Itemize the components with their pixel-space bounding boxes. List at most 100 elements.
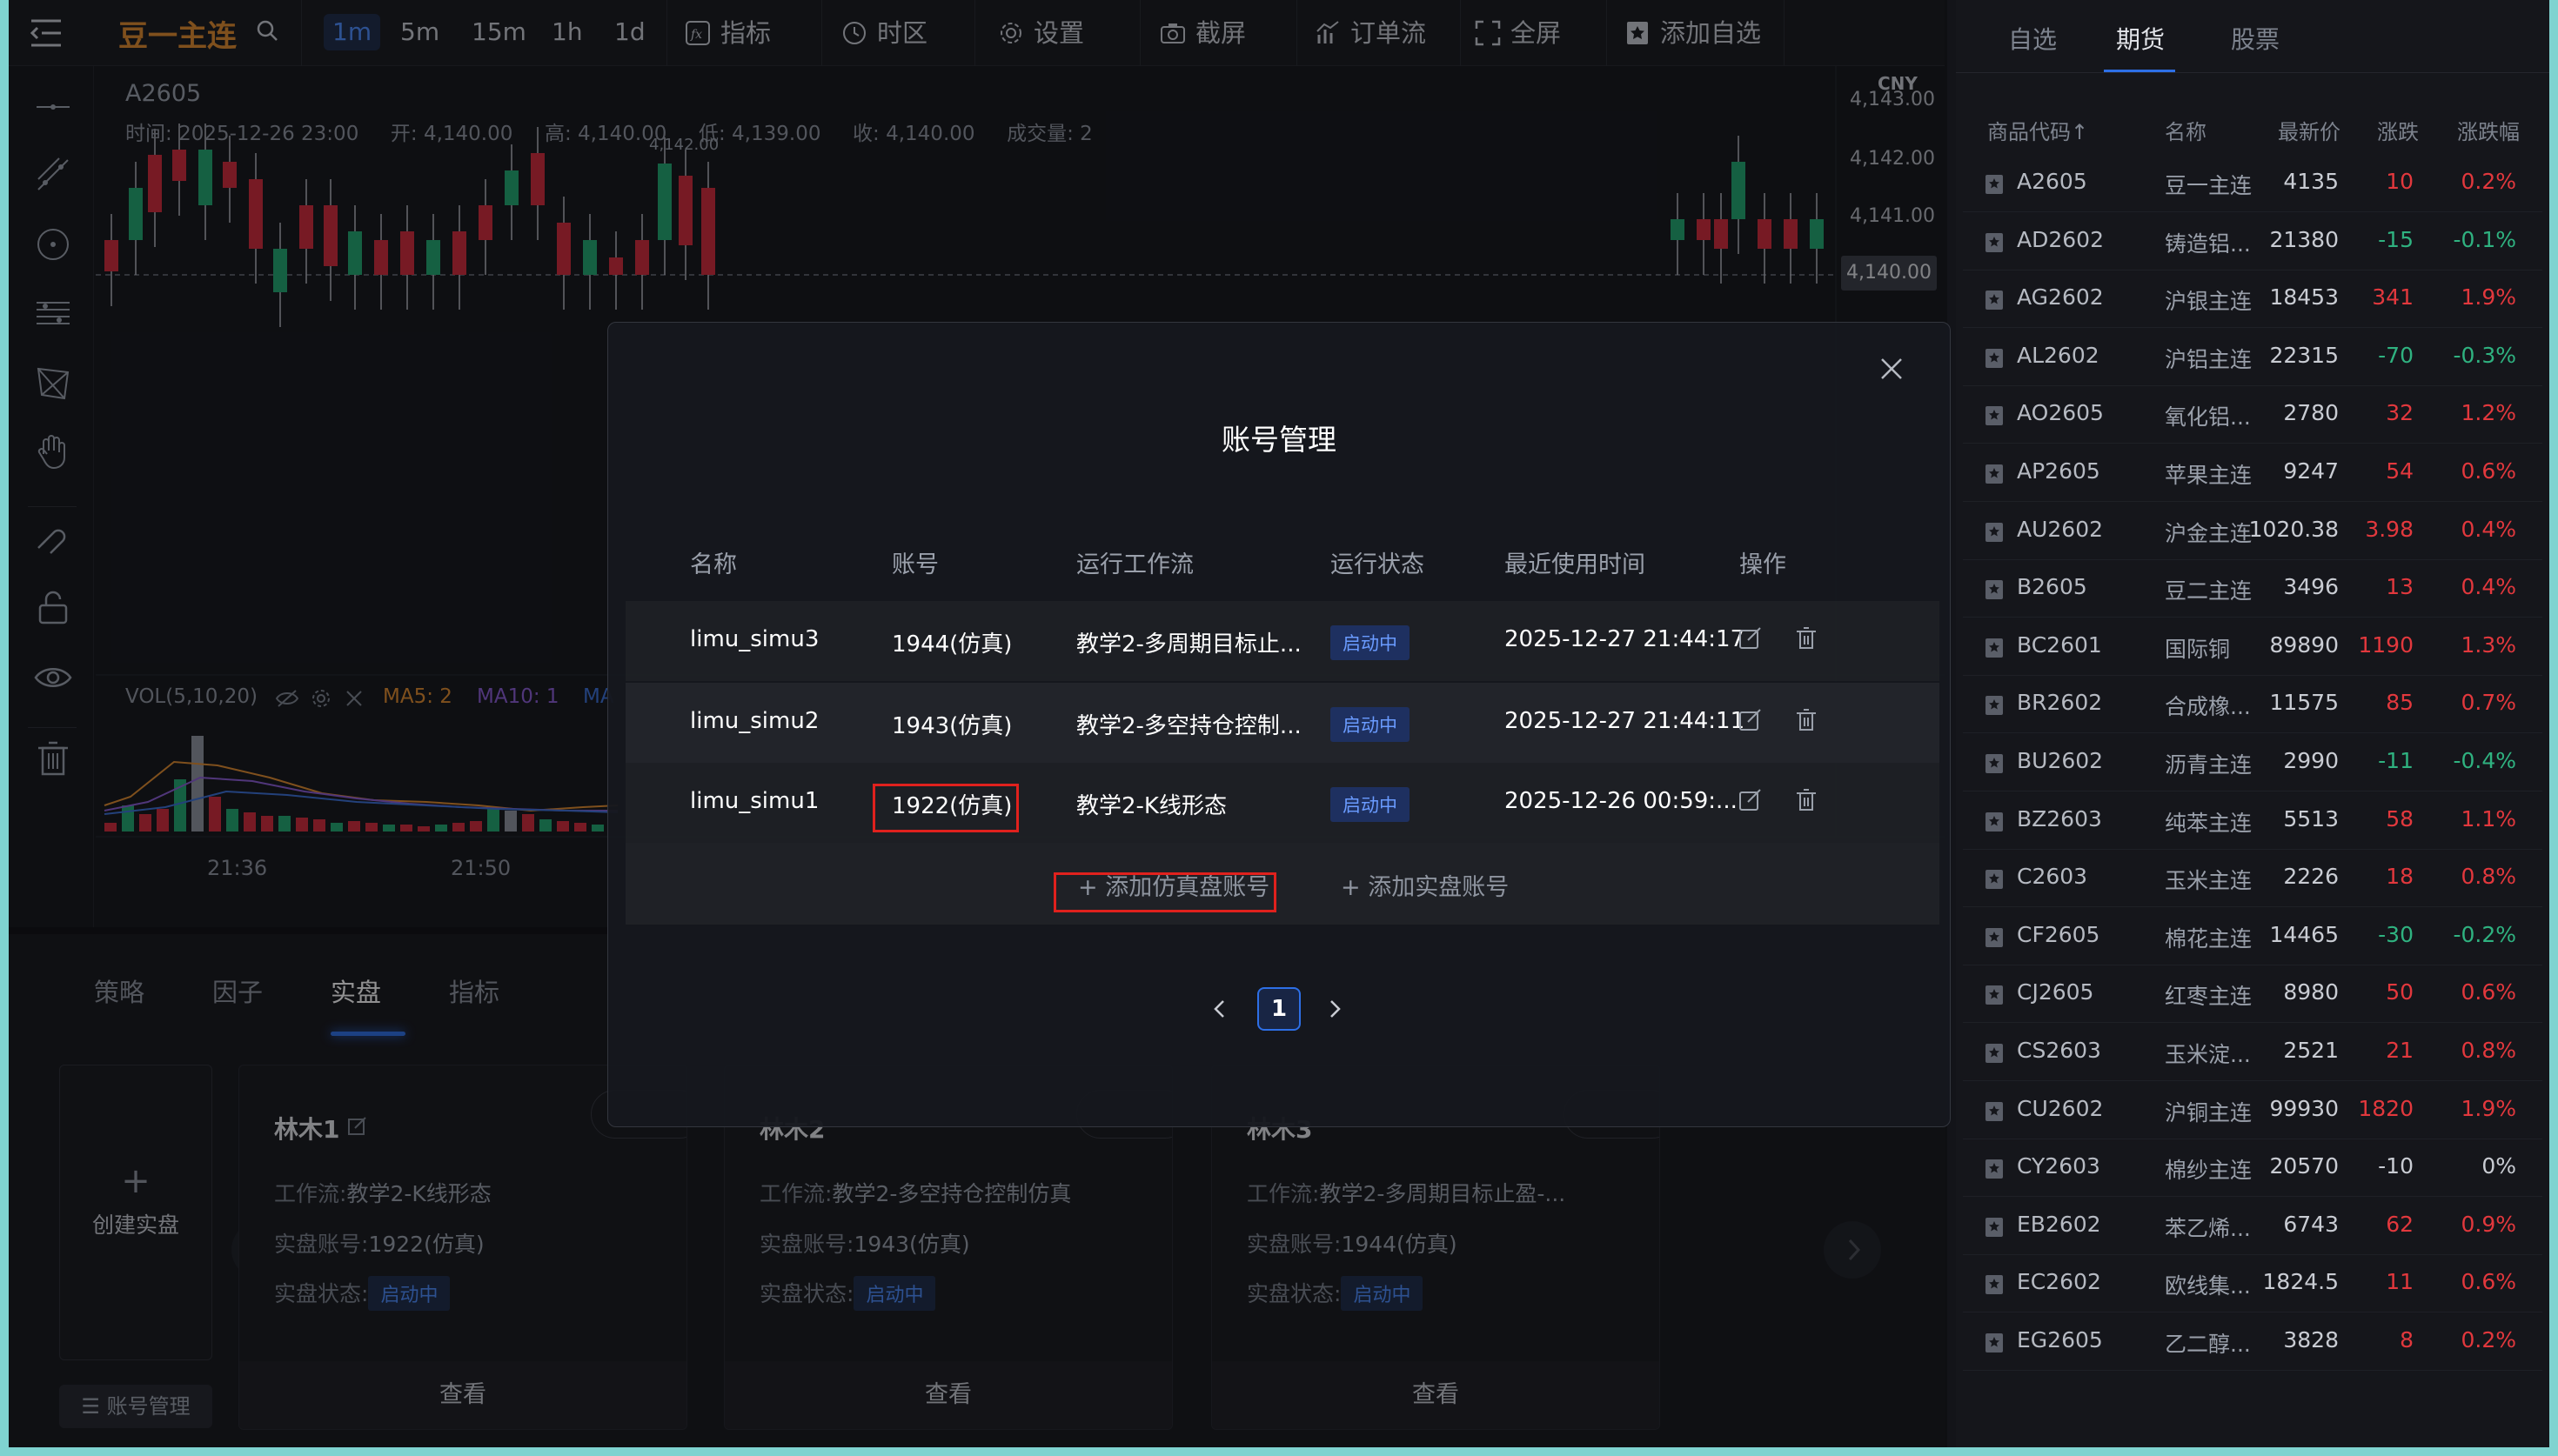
watchlist-panel: 自选 期货 股票 商品代码↑ 名称 最新价 涨跌 涨跌幅 A2605 豆一主连 41… [1956,0,2549,1447]
list-item[interactable]: AO2605 氧化铝... 2780 32 1.2% [1963,386,2542,444]
bookmark-star-icon[interactable] [1984,638,2005,658]
last-price: 14465 [2269,921,2339,947]
instrument-code: CJ2605 [2017,979,2094,1005]
price-change-pct: -0.3% [2453,342,2516,368]
list-item[interactable]: CY2603 棉纱主连 20570 -10 0% [1963,1139,2542,1198]
bookmark-star-icon[interactable] [1984,464,2005,484]
list-item[interactable]: EC2602 欧线集... 1824.5 11 0.6% [1963,1255,2542,1313]
instrument-code: BC2601 [2017,631,2102,658]
instrument-code: A2605 [2017,169,2087,194]
list-item[interactable]: AG2602 沪银主连 18453 341 1.9% [1963,270,2542,329]
list-item[interactable]: EG2605 乙二醇... 3828 8 0.2% [1963,1313,2542,1371]
list-item[interactable]: A2605 豆一主连 4135 10 0.2% [1963,155,2542,212]
tab-futures[interactable]: 期货 [2116,21,2165,56]
bookmark-star-icon[interactable] [1984,522,2005,543]
bookmark-star-icon[interactable] [1984,753,2005,774]
list-item[interactable]: CU2602 沪铜主连 99930 1820 1.9% [1963,1082,2542,1139]
list-item[interactable]: AU2602 沪金主连 1020.38 3.98 0.4% [1963,503,2542,560]
list-item[interactable]: CJ2605 红枣主连 8980 50 0.6% [1963,965,2542,1024]
list-item[interactable]: AD2602 铸造铝... 21380 -15 -0.1% [1963,213,2542,270]
col-header-code[interactable]: 商品代码↑ [1987,115,2088,145]
tab-favorites[interactable]: 自选 [2008,21,2057,56]
last-price: 21380 [2269,226,2339,252]
bookmark-star-icon[interactable] [1984,1217,2005,1238]
account-manage-dialog: 账号管理 名称 账号 运行工作流 运行状态 最近使用时间 操作 limu_sim… [607,322,1951,1127]
trash-icon[interactable] [1793,787,1819,813]
last-price: 11575 [2269,690,2339,716]
bookmark-star-icon[interactable] [1984,869,2005,890]
col-header-account: 账号 [892,551,939,578]
last-price: 4135 [2283,169,2339,194]
instrument-name: 沪铝主连 [2165,346,2253,372]
price-change-pct: 1.9% [2461,284,2516,311]
bookmark-star-icon[interactable] [1984,405,2005,426]
bookmark-star-icon[interactable] [1984,579,2005,600]
bookmark-star-icon[interactable] [1984,232,2005,253]
price-change-pct: 0% [2481,1153,2516,1179]
last-price: 1020.38 [2248,516,2339,542]
edit-icon[interactable] [1738,787,1764,813]
instrument-code: EG2605 [2017,1327,2103,1352]
bookmark-star-icon[interactable] [1984,695,2005,716]
last-price: 8980 [2283,979,2339,1005]
edit-icon[interactable] [1738,625,1764,651]
col-header-name[interactable]: 名称 [2165,115,2206,145]
bookmark-star-icon[interactable] [1984,174,2005,195]
list-item[interactable]: C2603 玉米主连 2226 18 0.8% [1963,850,2542,908]
bookmark-star-icon[interactable] [1984,290,2005,311]
chevron-left-icon[interactable] [1209,998,1231,1020]
list-item[interactable]: AP2605 苹果主连 9247 54 0.6% [1963,444,2542,502]
price-change-pct: 0.6% [2461,1269,2516,1295]
price-change-pct: 0.6% [2461,979,2516,1005]
add-real-account-button[interactable]: + 添加实盘账号 [1341,868,1509,902]
bookmark-star-icon[interactable] [1984,1274,2005,1295]
price-change-pct: 0.7% [2461,690,2516,716]
list-item[interactable]: AL2602 沪铝主连 22315 -70 -0.3% [1963,329,2542,386]
col-header-change-pct[interactable]: 涨跌幅 [2457,115,2520,145]
instrument-code: AO2605 [2017,400,2104,426]
last-price: 18453 [2269,284,2339,311]
price-change: 62 [2386,1211,2414,1237]
col-header-status: 运行状态 [1330,551,1424,578]
bookmark-star-icon[interactable] [1984,348,2005,369]
price-change-pct: 1.3% [2461,631,2516,658]
instrument-code: EB2602 [2017,1211,2101,1237]
list-item[interactable]: BC2601 国际铜 89890 1190 1.3% [1963,618,2542,676]
list-item[interactable]: BU2602 沥青主连 2990 -11 -0.4% [1963,734,2542,791]
last-price: 9247 [2283,458,2339,484]
page-number-current[interactable]: 1 [1257,987,1301,1031]
list-item[interactable]: B2605 豆二主连 3496 13 0.4% [1963,560,2542,618]
bookmark-star-icon[interactable] [1984,985,2005,1005]
bookmark-star-icon[interactable] [1984,927,2005,948]
list-item[interactable]: CF2605 棉花主连 14465 -30 -0.2% [1963,908,2542,965]
instrument-name: 沥青主连 [2165,752,2253,778]
bookmark-star-icon[interactable] [1984,1332,2005,1353]
tab-stocks[interactable]: 股票 [2231,21,2280,56]
trash-icon[interactable] [1793,707,1819,733]
bookmark-star-icon[interactable] [1984,811,2005,832]
price-change: 21 [2386,1038,2414,1063]
instrument-name: 欧线集... [2165,1273,2251,1299]
price-change-pct: 0.4% [2461,516,2516,542]
instrument-name: 棉花主连 [2165,925,2253,952]
list-item[interactable]: EB2602 苯乙烯... 6743 62 0.9% [1963,1198,2542,1255]
col-header-price[interactable]: 最新价 [2278,115,2340,145]
bookmark-star-icon[interactable] [1984,1159,2005,1179]
last-price: 89890 [2269,631,2339,658]
close-icon[interactable] [1878,356,1905,382]
instrument-code: AG2602 [2017,284,2104,311]
list-item[interactable]: CS2603 玉米淀... 2521 21 0.8% [1963,1024,2542,1081]
list-item[interactable]: BZ2603 纯苯主连 5513 58 1.1% [1963,792,2542,850]
trash-icon[interactable] [1793,625,1819,651]
chevron-right-icon[interactable] [1323,998,1346,1020]
col-header-change[interactable]: 涨跌 [2377,115,2419,145]
list-item[interactable]: BR2602 合成橡... 11575 85 0.7% [1963,676,2542,734]
edit-icon[interactable] [1738,707,1764,733]
instrument-name: 氧化铝... [2165,404,2251,431]
last-price: 2990 [2283,748,2339,773]
last-price: 3828 [2283,1327,2339,1352]
bookmark-star-icon[interactable] [1984,1101,2005,1122]
instrument-name: 苹果主连 [2165,463,2253,488]
table-row: limu_simu1 1922(仿真) 教学2-K线形态 启动中 2025-12… [626,763,1939,843]
bookmark-star-icon[interactable] [1984,1043,2005,1064]
